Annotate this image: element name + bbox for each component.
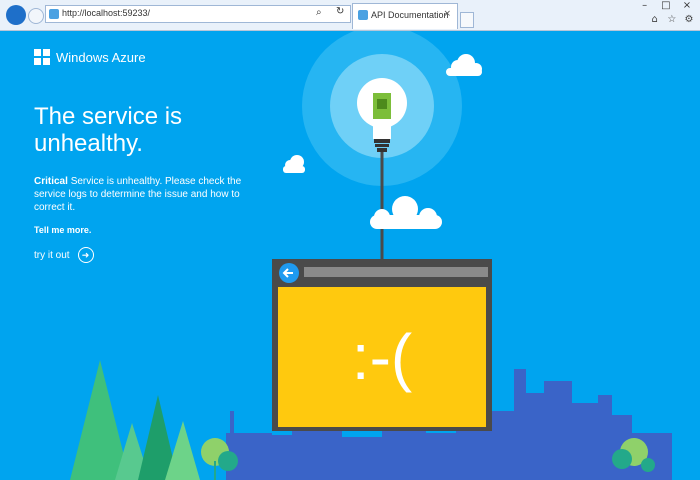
window-controls: – □ × xyxy=(636,0,696,11)
tab-close-icon[interactable]: × xyxy=(443,9,451,19)
star-icon[interactable]: ☆ xyxy=(665,14,679,25)
status-description: Critical Service is unhealthy. Please ch… xyxy=(34,175,244,214)
try-it-out-link[interactable]: try it out ➜ xyxy=(34,247,94,263)
address-bar[interactable]: http://localhost:59233/ ⌕ ↻ xyxy=(45,5,351,23)
close-window-button[interactable]: × xyxy=(678,0,696,11)
maximize-button[interactable]: □ xyxy=(657,0,675,11)
tell-me-more-link[interactable]: Tell me more. xyxy=(34,225,91,235)
arrow-right-icon[interactable]: ➜ xyxy=(77,247,94,263)
page-content: :-( Windows Azure The service is unhealt… xyxy=(0,31,700,480)
try-it-out-label[interactable]: try it out xyxy=(34,250,70,261)
toolbar-icons: ⌂ ☆ ⚙ xyxy=(648,14,696,25)
page-icon xyxy=(49,9,59,19)
tree-illustration xyxy=(70,360,200,480)
tab-icon xyxy=(358,10,368,20)
browser-chrome: http://localhost:59233/ ⌕ ↻ API Document… xyxy=(0,0,700,31)
home-icon[interactable]: ⌂ xyxy=(648,14,662,25)
illustration: :-( xyxy=(70,31,672,480)
search-icon[interactable]: ⌕ xyxy=(316,7,322,18)
logo-text: Windows Azure xyxy=(56,49,146,65)
address-url[interactable]: http://localhost:59233/ xyxy=(62,8,150,18)
tab-title: API Documentation xyxy=(371,10,449,20)
status-word: Critical xyxy=(34,176,68,187)
cloud-icon xyxy=(446,54,482,76)
page-title: The service is unhealthy. xyxy=(34,103,183,157)
window-address-bar xyxy=(304,267,488,277)
minimize-button[interactable]: – xyxy=(636,0,654,11)
new-tab-button[interactable] xyxy=(460,12,474,28)
forward-button[interactable] xyxy=(28,8,44,24)
cloud-icon xyxy=(283,155,305,173)
tab-api-documentation[interactable]: API Documentation × xyxy=(352,3,458,29)
refresh-icon[interactable]: ↻ xyxy=(336,6,344,17)
windows-azure-logo: Windows Azure xyxy=(34,49,146,65)
sad-face: :-( xyxy=(352,321,412,393)
windows-flag-icon xyxy=(34,49,50,65)
back-button[interactable] xyxy=(6,5,26,25)
gear-icon[interactable]: ⚙ xyxy=(682,14,696,25)
